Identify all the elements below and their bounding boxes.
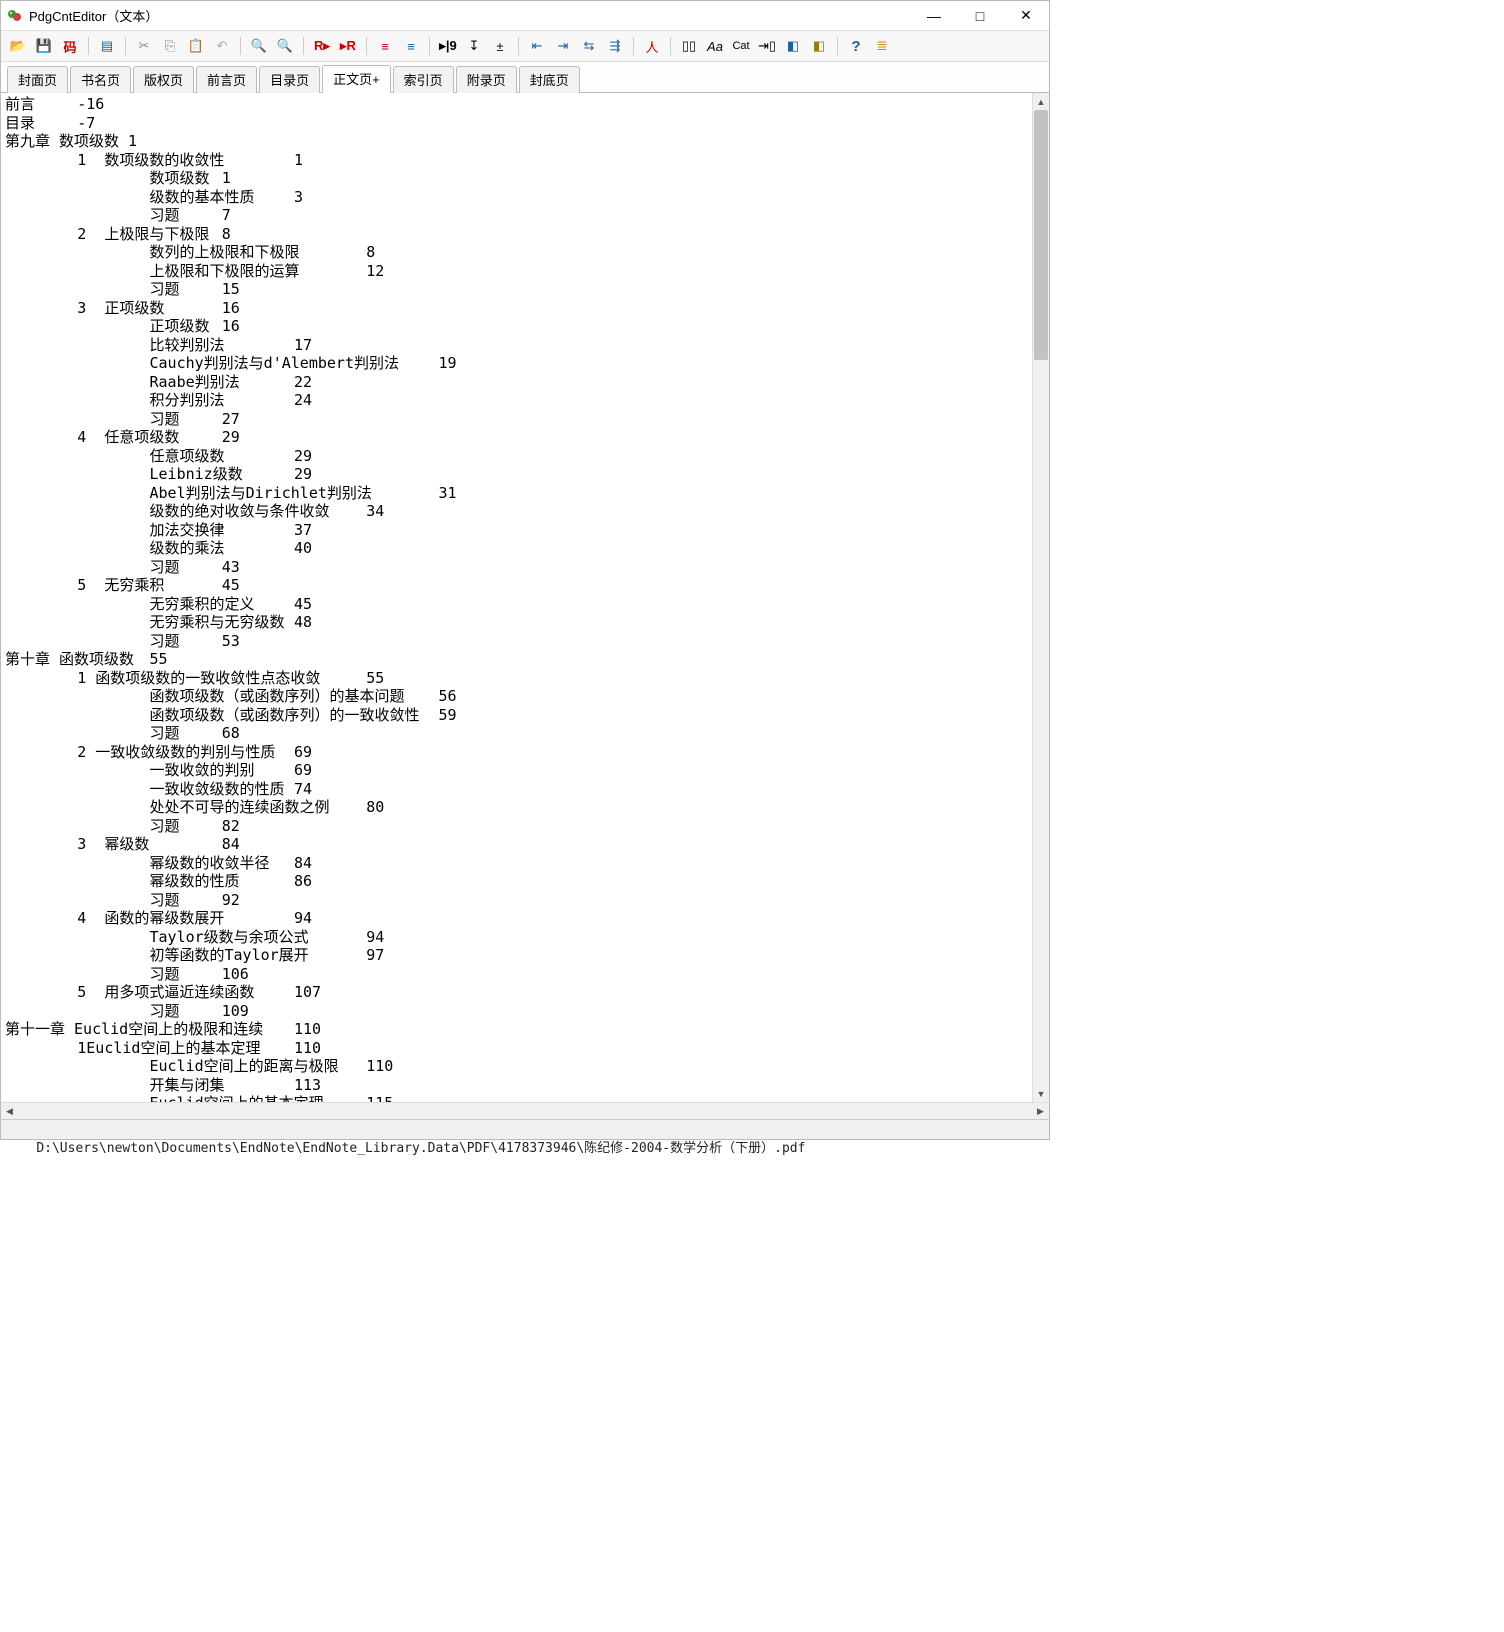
number-dim-icon[interactable]: ↧ <box>463 35 485 57</box>
tab-5[interactable]: 正文页+ <box>322 65 391 93</box>
cut-icon[interactable]: ✂ <box>133 35 155 57</box>
find-icon[interactable]: 🔍 <box>248 35 270 57</box>
more-icon[interactable]: ≣ <box>871 35 893 57</box>
tab-7[interactable]: 附录页 <box>456 66 517 93</box>
columns-icon[interactable]: ▯▯ <box>678 35 700 57</box>
toolbar: 📂 💾 码 ▤ ✂ ⎘ 📋 ↶ 🔍 🔍 R▸ ▸R ≡ ≡ ▸|9 ↧ ± ⇤ … <box>1 31 1049 62</box>
scroll-right-icon[interactable]: ▶ <box>1032 1103 1049 1120</box>
indent3-icon[interactable]: ⇶ <box>604 35 626 57</box>
window-title: PdgCntEditor（文本） <box>29 6 158 25</box>
copy-icon[interactable]: ⎘ <box>159 35 181 57</box>
tab-6[interactable]: 索引页 <box>393 66 454 93</box>
toolbar-separator <box>670 37 671 55</box>
toolbar-separator <box>837 37 838 55</box>
pdf-icon[interactable]: 人 <box>641 35 663 57</box>
scroll-thumb[interactable] <box>1034 110 1048 360</box>
tabstrip: 封面页书名页版权页前言页目录页正文页+索引页附录页封底页 <box>1 62 1049 93</box>
toolbar-separator <box>303 37 304 55</box>
paste-icon[interactable]: 📋 <box>185 35 207 57</box>
open-icon[interactable]: 📂 <box>7 35 29 57</box>
save-icon[interactable]: 💾 <box>33 35 55 57</box>
app-icon <box>7 8 23 24</box>
find-next-icon[interactable]: 🔍 <box>274 35 296 57</box>
app-window: PdgCntEditor（文本） — □ ✕ 📂 💾 码 ▤ ✂ ⎘ 📋 ↶ 🔍… <box>0 0 1050 1140</box>
category-icon[interactable]: Cat <box>730 35 752 57</box>
number-icon[interactable]: ▸|9 <box>437 35 459 57</box>
list-icon[interactable]: ▤ <box>96 35 118 57</box>
indent-icon[interactable]: ⇥ <box>552 35 574 57</box>
toolbar-separator <box>240 37 241 55</box>
help-icon[interactable]: ? <box>845 35 867 57</box>
window-gold-icon[interactable]: ◧ <box>808 35 830 57</box>
tab-4[interactable]: 目录页 <box>259 66 320 93</box>
window-controls: — □ ✕ <box>911 1 1049 30</box>
tab-2[interactable]: 版权页 <box>133 66 194 93</box>
titlebar: PdgCntEditor（文本） — □ ✕ <box>1 1 1049 31</box>
status-path: D:\Users\newton\Documents\EndNote\EndNot… <box>36 1141 805 1156</box>
tab-1[interactable]: 书名页 <box>70 66 131 93</box>
toolbar-separator <box>518 37 519 55</box>
titlebar-left: PdgCntEditor（文本） <box>7 6 158 25</box>
plusminus-icon[interactable]: ± <box>489 35 511 57</box>
arrow-box-icon[interactable]: ⇥▯ <box>756 35 778 57</box>
scroll-up-icon[interactable]: ▲ <box>1033 93 1049 110</box>
toolbar-separator <box>88 37 89 55</box>
toolbar-separator <box>366 37 367 55</box>
tab-0[interactable]: 封面页 <box>7 66 68 93</box>
toolbar-separator <box>429 37 430 55</box>
minimize-button[interactable]: — <box>911 1 957 30</box>
vertical-scrollbar[interactable]: ▲ ▼ <box>1032 93 1049 1102</box>
scroll-down-icon[interactable]: ▼ <box>1033 1085 1049 1102</box>
statusbar: D:\Users\newton\Documents\EndNote\EndNot… <box>1 1119 1049 1139</box>
scroll-left-icon[interactable]: ◀ <box>1 1103 18 1120</box>
align-right-icon[interactable]: ≡ <box>400 35 422 57</box>
replace2-icon[interactable]: ▸R <box>337 35 359 57</box>
align-left-icon[interactable]: ≡ <box>374 35 396 57</box>
content-area: 前言 -16 目录 -7 第九章 数项级数 1 1 数项级数的收敛性 1 数项级… <box>1 93 1049 1102</box>
tab-3[interactable]: 前言页 <box>196 66 257 93</box>
encoding-icon[interactable]: 码 <box>59 35 81 57</box>
outdent-icon[interactable]: ⇤ <box>526 35 548 57</box>
font-icon[interactable]: Aa <box>704 35 726 57</box>
undo-icon[interactable]: ↶ <box>211 35 233 57</box>
window-blue-icon[interactable]: ◧ <box>782 35 804 57</box>
toolbar-separator <box>125 37 126 55</box>
toolbar-separator <box>633 37 634 55</box>
maximize-button[interactable]: □ <box>957 1 1003 30</box>
indent2-icon[interactable]: ⇆ <box>578 35 600 57</box>
close-button[interactable]: ✕ <box>1003 1 1049 30</box>
horizontal-scrollbar[interactable]: ◀ ▶ <box>1 1102 1049 1119</box>
replace1-icon[interactable]: R▸ <box>311 35 333 57</box>
text-editor[interactable]: 前言 -16 目录 -7 第九章 数项级数 1 1 数项级数的收敛性 1 数项级… <box>1 93 1032 1102</box>
tab-8[interactable]: 封底页 <box>519 66 580 93</box>
